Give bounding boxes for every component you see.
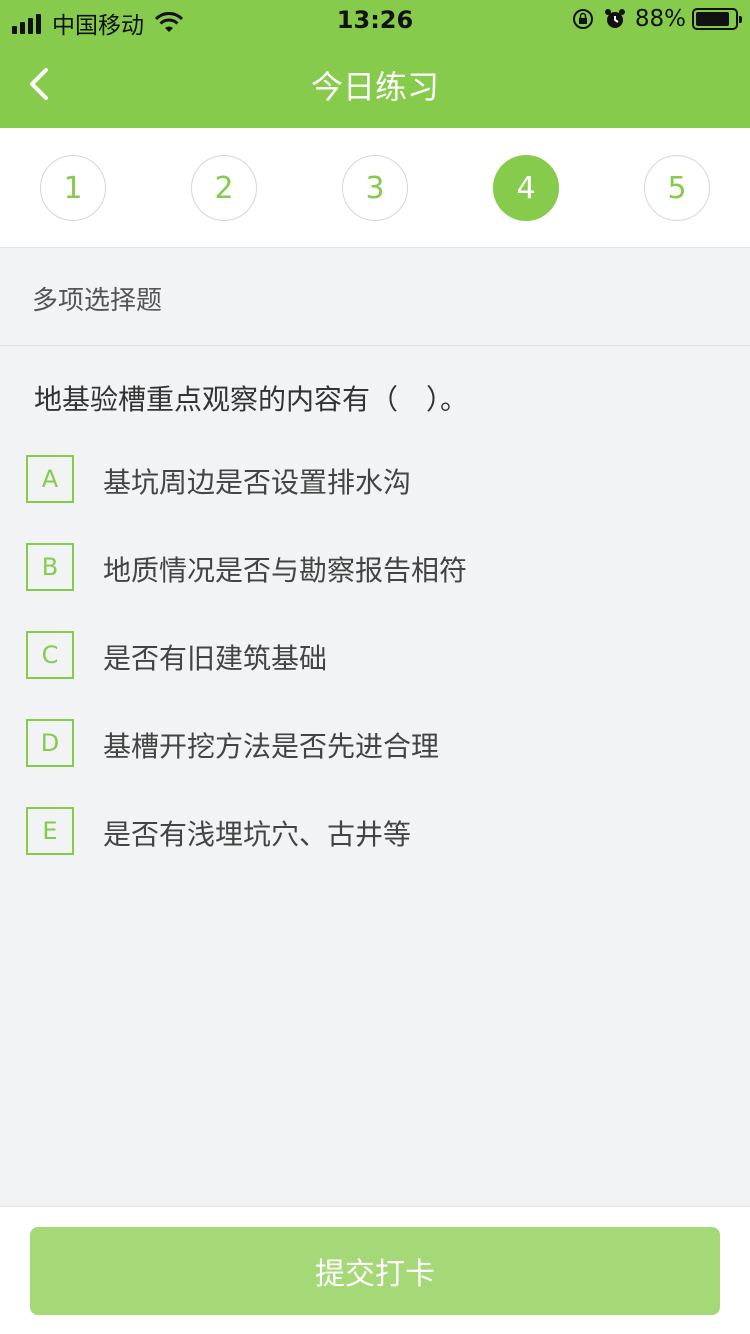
option-letter: A xyxy=(26,455,74,503)
app-header: 中国移动 13:26 88% 今日练习 xyxy=(0,0,750,128)
battery-percent: 88% xyxy=(634,6,686,32)
step-4[interactable]: 4 xyxy=(493,155,559,221)
step-5[interactable]: 5 xyxy=(644,155,710,221)
alarm-icon xyxy=(604,9,625,28)
step-3[interactable]: 3 xyxy=(342,155,408,221)
option-b[interactable]: B 地质情况是否与勘察报告相符 xyxy=(26,543,716,593)
question-type-label: 多项选择题 xyxy=(0,248,750,346)
question-step-bar: 1 2 3 4 5 xyxy=(0,128,750,248)
status-right: 88% xyxy=(571,6,742,32)
battery-icon xyxy=(692,8,742,30)
option-text: 是否有旧建筑基础 xyxy=(103,642,328,675)
option-text: 是否有浅埋坑穴、古井等 xyxy=(103,818,412,851)
submit-checkin-button[interactable]: 提交打卡 xyxy=(30,1227,720,1315)
step-2[interactable]: 2 xyxy=(191,155,257,221)
option-text: 地质情况是否与勘察报告相符 xyxy=(103,554,468,587)
footer-bar: 提交打卡 xyxy=(0,1206,750,1334)
option-letter: D xyxy=(26,719,74,767)
option-letter: E xyxy=(26,807,74,855)
question-text: 地基验槽重点观察的内容有（ ）。 xyxy=(34,383,469,416)
option-d[interactable]: D 基槽开挖方法是否先进合理 xyxy=(26,719,716,769)
rotation-lock-icon xyxy=(572,9,593,29)
page-title: 今日练习 xyxy=(310,68,439,106)
status-bar: 中国移动 13:26 88% xyxy=(0,0,750,40)
option-text: 基槽开挖方法是否先进合理 xyxy=(103,730,440,763)
option-c[interactable]: C 是否有旧建筑基础 xyxy=(26,631,716,681)
step-1[interactable]: 1 xyxy=(40,155,106,221)
option-text: 基坑周边是否设置排水沟 xyxy=(103,466,412,499)
option-letter: B xyxy=(26,543,74,591)
option-a[interactable]: A 基坑周边是否设置排水沟 xyxy=(26,455,716,505)
option-letter: C xyxy=(26,631,74,679)
option-e[interactable]: E 是否有浅埋坑穴、古井等 xyxy=(26,807,716,857)
battery-fill xyxy=(696,12,729,26)
